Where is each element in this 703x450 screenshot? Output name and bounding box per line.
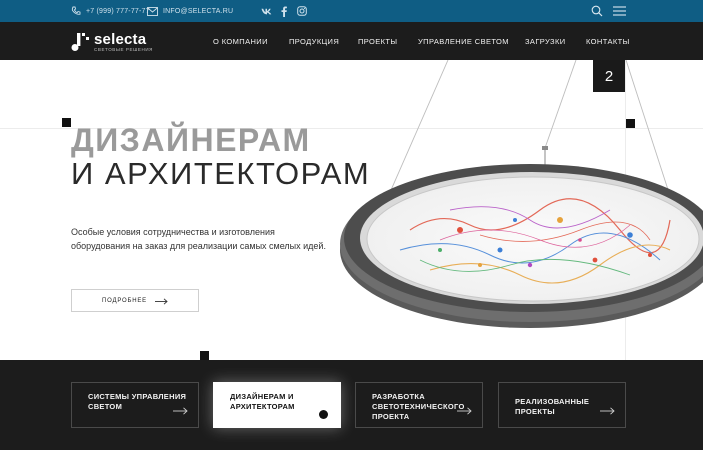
hero-description: Особые условия сотрудничества и изготовл…	[71, 227, 326, 251]
instagram-icon[interactable]	[295, 4, 309, 18]
email-text: INFO@SELECTA.RU	[163, 7, 234, 15]
active-indicator-dot	[319, 410, 328, 419]
phone-icon	[71, 6, 81, 16]
logo-mark-icon	[71, 32, 91, 52]
corner-marker	[200, 351, 209, 360]
tile-light-control[interactable]: СИСТЕМЫ УПРАВЛЕНИЯ СВЕТОМ	[71, 382, 199, 428]
search-icon[interactable]	[589, 3, 605, 19]
tile-label: ДИЗАЙНЕРАМ И АРХИТЕКТОРАМ	[230, 392, 295, 411]
nav-item-about[interactable]: О КОМПАНИИ	[213, 22, 268, 60]
more-button-label: ПОДРОБНЕЕ	[102, 297, 147, 304]
hero-title-line1: ДИЗАЙНЕРАМ	[71, 122, 311, 158]
nav-item-downloads[interactable]: ЗАГРУЗКИ	[525, 22, 566, 60]
nav-item-contacts[interactable]: КОНТАКТЫ	[586, 22, 630, 60]
pendant-lamp-image	[340, 60, 703, 328]
arrow-right-icon	[154, 292, 168, 310]
vk-icon[interactable]	[259, 4, 273, 18]
tile-designers[interactable]: ДИЗАЙНЕРАМ И АРХИТЕКТОРАМ	[213, 382, 341, 428]
hero-title-line2: И АРХИТЕКТОРАМ	[71, 156, 371, 191]
nav-item-projects[interactable]: ПРОЕКТЫ	[358, 22, 397, 60]
main-header: selecta СВЕТОВЫЕ РЕШЕНИЯ О КОМПАНИИ ПРОД…	[0, 22, 703, 60]
menu-icon[interactable]	[611, 3, 627, 19]
more-button[interactable]: ПОДРОБНЕЕ	[71, 289, 199, 312]
arrow-right-icon	[173, 402, 188, 420]
nav-item-products[interactable]: ПРОДУКЦИЯ	[289, 22, 339, 60]
social-links	[259, 0, 313, 22]
logo[interactable]: selecta СВЕТОВЫЕ РЕШЕНИЯ	[71, 31, 153, 53]
section-tiles: СИСТЕМЫ УПРАВЛЕНИЯ СВЕТОМ ДИЗАЙНЕРАМ И А…	[0, 360, 703, 450]
facebook-icon[interactable]	[277, 4, 291, 18]
hero-slide: 2 ДИЗАЙНЕРАМ И АРХИТЕКТОРАМ Особые услов…	[0, 60, 703, 360]
mail-icon	[147, 6, 158, 16]
top-tools	[583, 0, 627, 22]
phone-text: +7 (999) 777-77-77	[86, 7, 150, 15]
phone-link[interactable]: +7 (999) 777-77-77	[71, 0, 150, 22]
tile-completed-projects[interactable]: РЕАЛИЗОВАННЫЕ ПРОЕКТЫ	[498, 382, 626, 428]
email-link[interactable]: INFO@SELECTA.RU	[147, 0, 233, 22]
corner-marker	[626, 119, 635, 128]
nav-item-light-control[interactable]: УПРАВЛЕНИЕ СВЕТОМ	[418, 22, 509, 60]
corner-marker	[62, 118, 71, 127]
arrow-right-icon	[600, 402, 615, 420]
arrow-right-icon	[457, 402, 472, 420]
top-info-bar: +7 (999) 777-77-77 INFO@SELECTA.RU	[0, 0, 703, 22]
tile-lighting-design[interactable]: РАЗРАБОТКА СВЕТОТЕХНИЧЕСКОГО ПРОЕКТА	[355, 382, 483, 428]
slide-number: 2	[593, 60, 625, 92]
logo-name: selecta	[94, 30, 147, 48]
logo-tagline: СВЕТОВЫЕ РЕШЕНИЯ	[94, 46, 153, 52]
